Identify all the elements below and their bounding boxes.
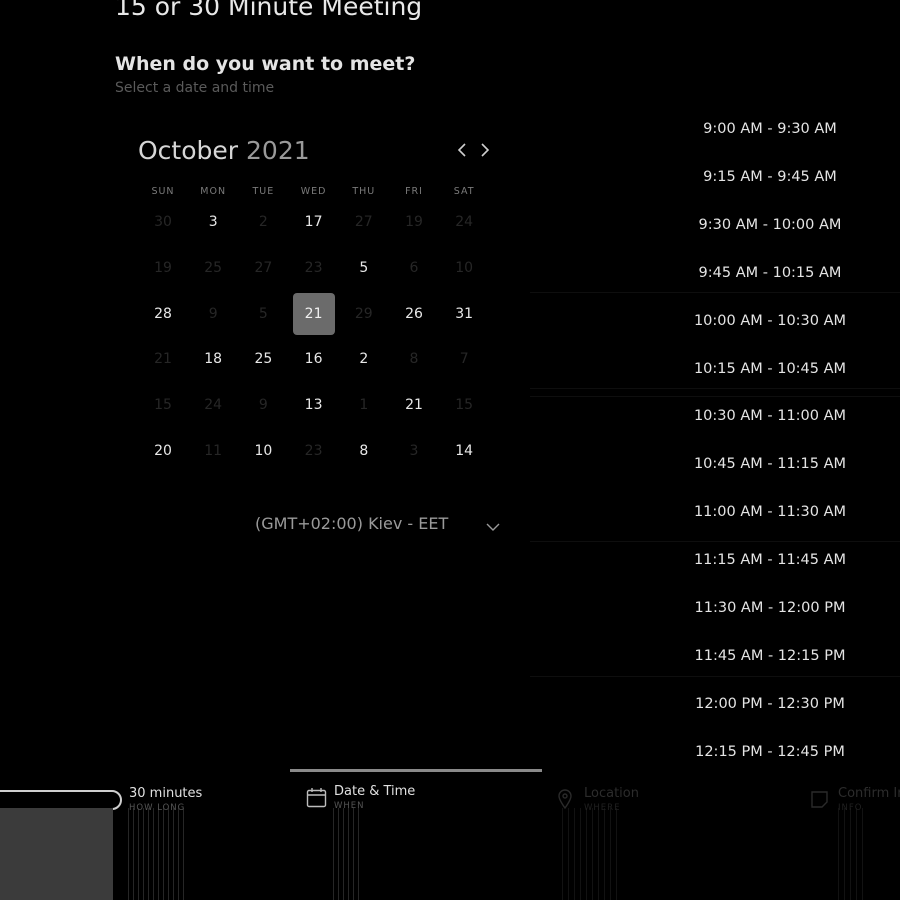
calendar-day-available[interactable]: 14 — [443, 430, 485, 472]
step-sublabel: WHEN — [334, 801, 365, 811]
weekday-header: SAT — [453, 186, 475, 197]
step-artifact — [562, 808, 618, 900]
time-slot-button[interactable]: 9:45 AM - 10:15 AM — [530, 253, 900, 293]
calendar-day-unavailable: 23 — [304, 259, 323, 276]
time-slot-button[interactable]: 9:15 AM - 9:45 AM — [530, 157, 900, 197]
calendar-day-unavailable: 9 — [258, 397, 268, 414]
weekday-header: SUN — [151, 186, 175, 197]
calendar-day-unavailable: 9 — [208, 305, 218, 322]
step-label: 30 minutes — [129, 786, 203, 801]
step-sublabel: WHERE — [584, 803, 621, 813]
time-slot-button[interactable]: 12:00 PM - 12:30 PM — [530, 684, 900, 724]
calendar-day-unavailable: 2 — [258, 214, 268, 230]
slot-divider — [530, 676, 900, 677]
calendar-day-unavailable: 3 — [409, 443, 419, 459]
calendar-day-unavailable: 8 — [409, 351, 419, 368]
calendar-day-unavailable: 11 — [204, 443, 223, 459]
time-slot-button[interactable]: 10:00 AM - 10:30 AM — [530, 301, 900, 341]
time-slot-button[interactable]: 10:45 AM - 11:15 AM — [530, 444, 900, 484]
time-slot-button[interactable]: 10:30 AM - 11:00 AM — [530, 396, 900, 436]
calendar-day-unavailable: 1 — [359, 397, 369, 414]
duration-progress-pill — [0, 790, 122, 810]
active-step-indicator — [290, 769, 542, 772]
chevron-left-icon — [457, 143, 466, 157]
step-label: Location — [584, 786, 639, 801]
step-sublabel: HOW LONG — [129, 803, 186, 813]
calendar-day-available[interactable]: 31 — [443, 293, 485, 335]
calendar-day-available[interactable]: 20 — [142, 430, 184, 472]
time-slot-button[interactable]: 12:15 PM - 12:45 PM — [530, 732, 900, 772]
calendar-day-unavailable: 6 — [409, 259, 419, 276]
calendar-day-unavailable: 21 — [154, 351, 172, 368]
calendar-day-selected[interactable]: 21 — [292, 292, 335, 335]
prev-month-button[interactable] — [451, 138, 473, 162]
calendar-icon — [306, 788, 327, 808]
weekday-header: FRI — [405, 186, 423, 197]
calendar-day-unavailable: 29 — [354, 305, 373, 322]
calendar-month-label: October 2021 — [138, 136, 310, 165]
time-slot-button[interactable]: 11:15 AM - 11:45 AM — [530, 540, 900, 580]
calendar-day-available[interactable]: 17 — [293, 201, 335, 243]
calendar-day-available[interactable]: 3 — [192, 201, 234, 243]
map-pin-icon — [558, 789, 572, 809]
calendar-day-unavailable: 5 — [258, 305, 268, 322]
calendar-day-unavailable: 15 — [154, 397, 172, 414]
calendar-day-unavailable: 24 — [204, 397, 223, 414]
weekday-header: MON — [200, 186, 227, 197]
calendar-day-unavailable: 19 — [405, 214, 423, 230]
calendar-day-unavailable: 19 — [154, 259, 172, 276]
step-label: Date & Time — [334, 784, 416, 799]
calendar-day-available[interactable]: 10 — [242, 430, 284, 472]
calendar-day-unavailable: 10 — [455, 259, 474, 276]
weekday-header: WED — [300, 186, 327, 197]
calendar-day-available[interactable]: 13 — [293, 384, 335, 426]
calendar-day-unavailable: 25 — [204, 259, 223, 276]
calendar-day-unavailable: 7 — [459, 351, 469, 368]
section-subtitle: Select a date and time — [115, 80, 275, 96]
calendar-day-available[interactable]: 25 — [242, 338, 284, 380]
step-artifact — [333, 808, 363, 900]
time-slot-button[interactable]: 11:00 AM - 11:30 AM — [530, 492, 900, 532]
calendar-day-available[interactable]: 16 — [293, 338, 335, 380]
weekday-header: TUE — [252, 186, 275, 197]
time-slot-button[interactable]: 9:00 AM - 9:30 AM — [530, 109, 900, 149]
calendar-day-available[interactable]: 8 — [343, 430, 385, 472]
calendar-day-available[interactable]: 21 — [393, 384, 435, 426]
section-question: When do you want to meet? — [115, 53, 416, 75]
page-title: 15 or 30 Minute Meeting — [115, 0, 423, 21]
step-artifact — [838, 808, 863, 900]
calendar-day-unavailable: 15 — [455, 397, 474, 414]
duration-panel — [0, 808, 113, 900]
calendar-day-available[interactable]: 28 — [142, 293, 184, 335]
next-month-button[interactable] — [474, 138, 496, 162]
calendar-day-available[interactable]: 26 — [393, 293, 435, 335]
step-sublabel: INFO — [838, 803, 863, 813]
timezone-dropdown-button[interactable] — [484, 518, 502, 531]
calendar-day-available[interactable]: 5 — [343, 247, 385, 289]
calendar-year: 2021 — [246, 136, 310, 165]
weekday-header: THU — [352, 186, 376, 197]
time-slot-button[interactable]: 9:30 AM - 10:00 AM — [530, 205, 900, 245]
calendar-day-unavailable: 23 — [304, 443, 323, 459]
calendar-day-unavailable: 27 — [354, 214, 373, 230]
calendar-month: October — [138, 136, 239, 165]
step-label: Confirm In — [838, 786, 900, 801]
time-slot-button[interactable]: 11:45 AM - 12:15 PM — [530, 636, 900, 676]
step-artifact — [128, 808, 186, 900]
calendar-day-unavailable: 24 — [455, 214, 474, 230]
calendar-day-available[interactable]: 2 — [343, 338, 385, 380]
chevron-down-icon — [486, 523, 500, 531]
time-slot-button[interactable]: 11:30 AM - 12:00 PM — [530, 588, 900, 628]
timezone-select[interactable]: (GMT+02:00) Kiev - EET — [255, 514, 448, 533]
calendar-day-available[interactable]: 18 — [192, 338, 234, 380]
calendar-day-unavailable: 30 — [154, 214, 172, 230]
chevron-right-icon — [481, 143, 490, 157]
time-slot-button[interactable]: 10:15 AM - 10:45 AM — [530, 349, 900, 389]
calendar-day-unavailable: 27 — [254, 259, 273, 276]
note-icon — [811, 791, 828, 808]
